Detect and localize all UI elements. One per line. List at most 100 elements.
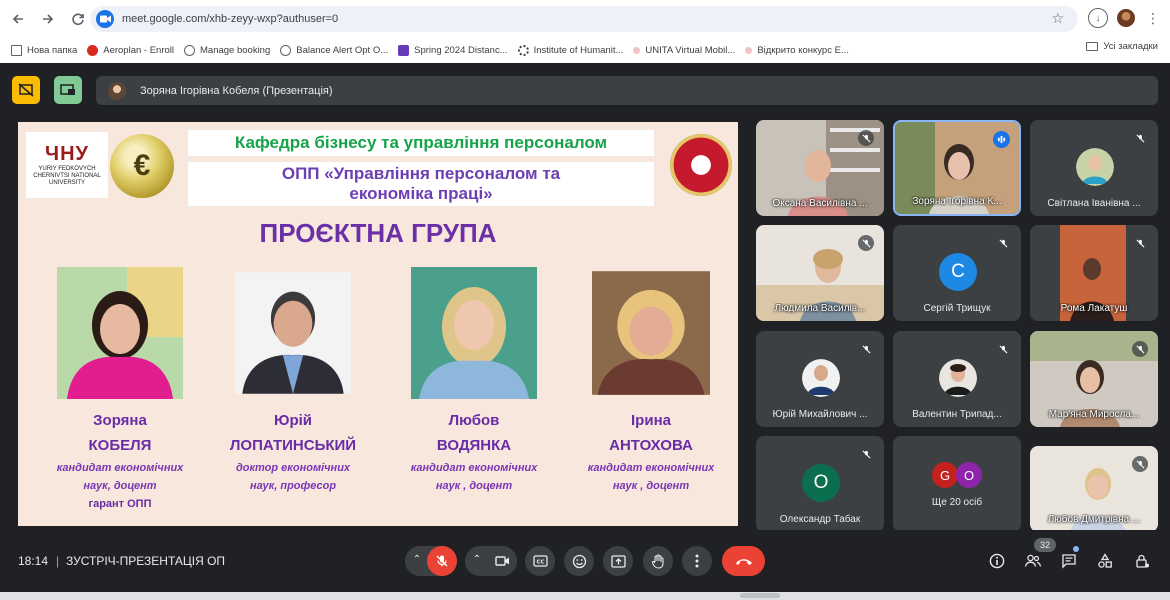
meet-control-bar: 18:14 | ЗУСТРІЧ-ПРЕЗЕНТАЦІЯ ОП ⌃ ⌃ CC 32 [0, 530, 1170, 592]
meet-top-bar: Зоряна Ігорівна Кобеля (Презентація) [0, 63, 1170, 113]
video-camera-icon [494, 556, 509, 566]
all-bookmarks-button[interactable]: Усі закладки [1086, 41, 1158, 52]
mic-off-icon [995, 235, 1011, 251]
participant-name: Сергій Трищук [923, 303, 991, 314]
department-crest-logo [670, 134, 732, 196]
participant-tile[interactable]: Людмила Василів... [756, 225, 884, 321]
member-degree: кандидат економічних [56, 462, 184, 474]
mic-off-icon [1132, 341, 1148, 357]
participant-name: Зоряна Ігорівна К... [912, 196, 1002, 207]
participant-tile[interactable]: Світлана Іванівна ... [1030, 120, 1158, 216]
participant-tile[interactable]: С Сергій Трищук [893, 225, 1021, 321]
dot-icon [745, 46, 753, 54]
chnu-logo-mark: ЧНУ [45, 142, 89, 165]
bookmark-item[interactable]: Aeroplan - Enroll [82, 40, 179, 60]
participant-avatar: G [932, 462, 958, 488]
present-screen-button[interactable] [603, 546, 633, 576]
downloads-icon[interactable]: ↓ [1088, 8, 1108, 28]
meeting-title: ЗУСТРІЧ-ПРЕЗЕНТАЦІЯ ОП [66, 554, 226, 568]
participant-name: Оксана Василівна ... [772, 198, 868, 209]
member-first-name: Юрій [273, 412, 313, 429]
dot-icon [633, 46, 641, 54]
bookmark-item[interactable]: Відкрито конкурс E... [740, 40, 854, 60]
participant-avatar: О [802, 464, 840, 502]
microphone-toggle-button[interactable] [427, 546, 457, 576]
slide-heading: ПРОЄКТНА ГРУПА [259, 218, 497, 248]
info-icon [989, 553, 1005, 569]
participant-tile[interactable]: Зоряна Ігорівна К... [893, 120, 1021, 216]
member-first-name: Зоряна [93, 412, 147, 429]
member-first-name: Любов [448, 412, 500, 429]
bookmark-star-icon[interactable]: ☆ [1051, 10, 1064, 27]
activities-button[interactable] [1094, 550, 1116, 572]
people-button[interactable] [1022, 550, 1044, 572]
team-member: Юрій ЛОПАТИНСЬКИЙ доктор економічних нау… [218, 267, 368, 495]
member-degree: кандидат економічних [410, 462, 538, 474]
folder-icon [1086, 42, 1099, 51]
raise-hand-button[interactable] [643, 546, 673, 576]
speaking-indicator-icon [993, 131, 1010, 148]
hang-up-icon [735, 559, 752, 565]
form-icon [398, 44, 410, 56]
stop-presenting-button[interactable] [12, 76, 40, 104]
presenter-avatar [108, 81, 126, 100]
bookmark-item[interactable]: Manage booking [179, 40, 275, 60]
mic-off-icon [858, 341, 874, 357]
lock-person-icon [1136, 554, 1149, 568]
scrollbar-thumb[interactable] [740, 593, 780, 598]
bookmark-item[interactable]: Institute of Humanit... [513, 40, 629, 60]
participant-tile[interactable]: О Олександр Табак [756, 436, 884, 532]
bookmark-item[interactable]: UNITA Virtual Mobil... [628, 40, 740, 60]
participant-avatar [939, 359, 977, 397]
program-title: ОПП «Управління персоналом та економіка … [188, 162, 654, 206]
svg-text:CC: CC [536, 559, 544, 565]
globe-icon [280, 44, 292, 56]
reload-button[interactable] [64, 5, 92, 33]
address-bar[interactable]: meet.google.com/xhb-zeyy-wxp?authuser=0 … [90, 6, 1078, 32]
mic-options-chevron-icon[interactable]: ⌃ [408, 554, 426, 565]
participant-tile[interactable]: Любов Дмитрівна ... [1030, 446, 1158, 532]
participant-name: Людмила Василів... [774, 303, 866, 314]
camera-toggle-button[interactable] [487, 546, 517, 576]
participant-name: Любов Дмитрівна ... [1047, 514, 1141, 525]
bookmark-item[interactable]: Balance Alert Opt O... [275, 40, 393, 60]
leave-call-button[interactable] [722, 546, 765, 576]
camera-options-chevron-icon[interactable]: ⌃ [468, 554, 486, 565]
member-last-name: КОБЕЛЯ [88, 437, 152, 454]
participant-tile[interactable]: Юрій Михайлович ... [756, 331, 884, 427]
reactions-button[interactable] [564, 546, 594, 576]
bookmarks-bar: Нова папка Aeroplan - Enroll Manage book… [0, 38, 1170, 62]
participant-tile[interactable]: Мар'яна Миросла... [1030, 331, 1158, 427]
participant-tile[interactable]: Валентин Трипад... [893, 331, 1021, 427]
member-last-name: ВОДЯНКА [436, 437, 512, 454]
present-to-all-icon [610, 554, 626, 568]
bookmark-item[interactable]: Spring 2024 Distanc... [393, 40, 512, 60]
mic-off-icon [1132, 456, 1148, 472]
participant-tile[interactable]: Рома Лакатуш [1030, 225, 1158, 321]
layout-button[interactable] [54, 76, 82, 104]
forward-button[interactable] [34, 5, 62, 33]
member-photo [411, 267, 537, 399]
closed-captions-icon: CC [532, 555, 548, 567]
member-photo [235, 272, 351, 394]
chat-button[interactable] [1058, 550, 1080, 572]
mic-off-icon [858, 446, 874, 462]
host-controls-button[interactable] [1131, 550, 1153, 572]
aeroplan-icon [87, 44, 99, 56]
more-participants-tile[interactable]: G O Ще 20 осіб [893, 436, 1021, 532]
member-photo [57, 267, 183, 399]
member-last-name: ЛОПАТИНСЬКИЙ [229, 437, 357, 454]
browser-menu-icon[interactable]: ⋮ [1146, 9, 1160, 27]
meeting-details-button[interactable] [986, 550, 1008, 572]
participant-tile[interactable]: Оксана Василівна ... [756, 120, 884, 216]
participant-name: Юрій Михайлович ... [772, 409, 868, 420]
bookmark-item[interactable]: Нова папка [6, 40, 82, 60]
member-degree: наук, доцент [83, 480, 157, 492]
more-options-button[interactable] [682, 546, 712, 576]
browser-chrome: meet.google.com/xhb-zeyy-wxp?authuser=0 … [0, 0, 1170, 63]
captions-button[interactable]: CC [525, 546, 555, 576]
chat-icon [1062, 554, 1076, 569]
participant-avatar: O [956, 462, 982, 488]
profile-avatar[interactable] [1117, 9, 1135, 27]
back-button[interactable] [4, 5, 32, 33]
